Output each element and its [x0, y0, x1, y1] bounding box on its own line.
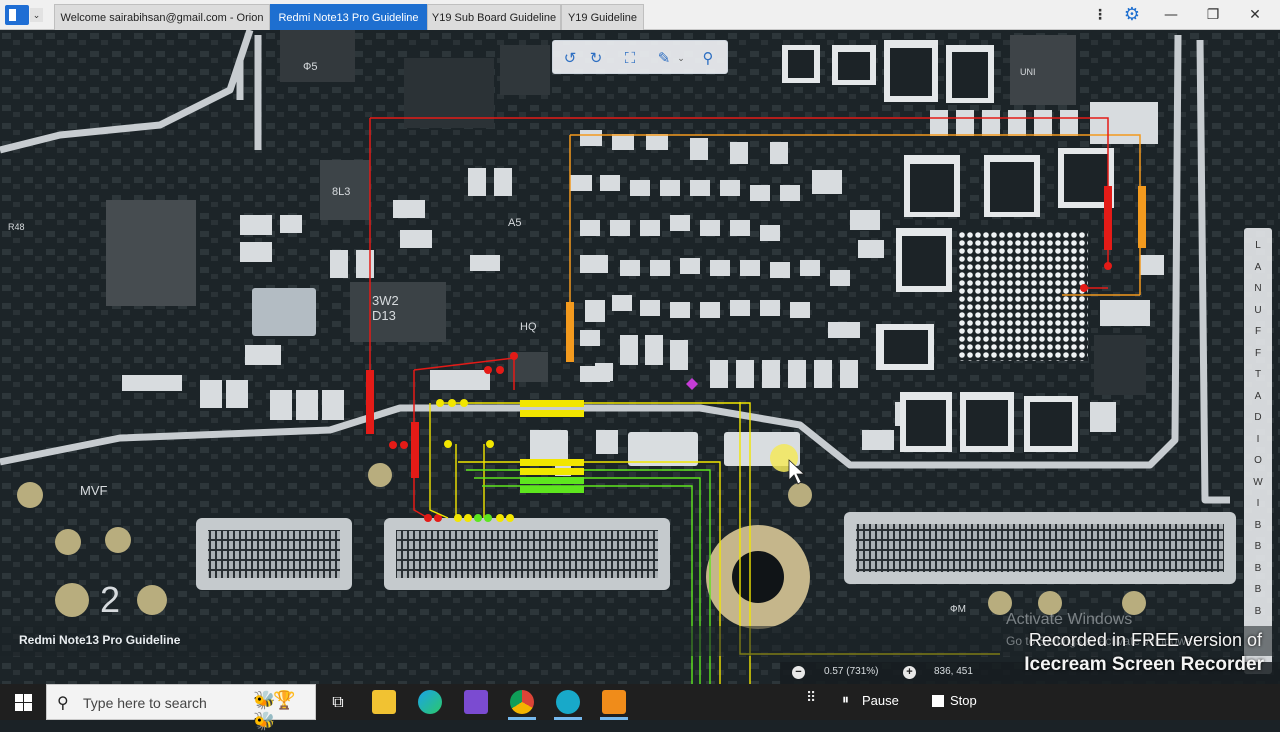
edge-browser-icon[interactable] — [418, 690, 442, 714]
title-bar: ⌄ Welcome sairabihsan@gmail.com - Orion … — [0, 0, 1280, 30]
tab-redmi-note13-pro-guideline[interactable]: Redmi Note13 Pro Guideline — [270, 4, 427, 30]
svg-text:3W2: 3W2 — [372, 293, 399, 308]
svg-text:Ф5: Ф5 — [303, 61, 317, 73]
stop-button[interactable]: Stop — [950, 693, 977, 708]
recorder-controls: ⠿ ⏸ Pause Stop — [796, 686, 1096, 716]
cursor-coordinates: 836, 451 — [934, 666, 973, 677]
minimize-button[interactable]: — — [1150, 0, 1192, 30]
net-list-item[interactable]: F — [1244, 322, 1272, 342]
recorder-watermark-line2: Icecream Screen Recorder — [1024, 654, 1264, 675]
windows-start-icon[interactable] — [0, 684, 46, 720]
net-list-item[interactable]: D — [1244, 408, 1272, 428]
pause-icon[interactable]: ⏸ — [842, 692, 849, 708]
icecream-recorder-icon[interactable] — [602, 690, 626, 714]
zoom-level: 0.57 (731%) — [824, 666, 879, 677]
tab-y19-guideline[interactable]: Y19 Guideline — [561, 4, 644, 30]
svg-text:MVF: MVF — [80, 483, 108, 498]
orion-logo-icon[interactable] — [5, 5, 29, 25]
net-list-item[interactable]: I — [1244, 430, 1272, 450]
net-list-item[interactable]: I — [1244, 494, 1272, 514]
net-list-item[interactable]: B — [1244, 580, 1272, 600]
svg-text:A5: A5 — [508, 217, 521, 229]
maximize-button[interactable]: ❐ — [1192, 0, 1234, 30]
net-list-item[interactable]: A — [1244, 258, 1272, 278]
board-viewer[interactable]: Ф5 A5 UNI 8L3 D13 3W2 HQ MVF 2 ФМ R48 ↺ … — [0, 30, 1280, 684]
net-list-item[interactable]: L — [1244, 236, 1272, 256]
net-list-panel: LANUFFTADIOWIBBBBB — [1244, 228, 1272, 674]
svg-text:UNI: UNI — [1020, 67, 1036, 77]
settings-gear-icon[interactable]: ⚙ — [1116, 0, 1148, 30]
fit-to-screen-icon[interactable]: ⛶ — [617, 45, 643, 71]
more-options-icon[interactable]: ⋮ — [1084, 0, 1116, 30]
search-highlight-bees-icon: 🐝🏆🐝 — [253, 690, 296, 732]
net-list-item[interactable]: B — [1244, 537, 1272, 557]
app-menu-chevron-icon[interactable]: ⌄ — [30, 8, 43, 22]
orion-app-icon[interactable] — [556, 690, 580, 714]
svg-text:ФМ: ФМ — [950, 604, 966, 615]
net-list-item[interactable]: B — [1244, 516, 1272, 536]
net-list-item[interactable]: W — [1244, 473, 1272, 493]
svg-text:8L3: 8L3 — [332, 186, 350, 198]
net-list-item[interactable]: U — [1244, 301, 1272, 321]
svg-text:R48: R48 — [8, 222, 25, 232]
stop-icon[interactable] — [932, 695, 944, 707]
net-list-item[interactable]: B — [1244, 602, 1272, 622]
pause-button[interactable]: Pause — [862, 693, 899, 708]
svg-text:2: 2 — [100, 579, 120, 620]
drag-handle-icon[interactable]: ⠿ — [806, 690, 816, 706]
chrome-browser-icon[interactable] — [510, 690, 534, 714]
activation-watermark-title: Activate Windows — [1006, 611, 1133, 628]
tab-y19-sub-board-guideline[interactable]: Y19 Sub Board Guideline — [427, 4, 561, 30]
search-placeholder: Type here to search — [83, 695, 207, 711]
visual-studio-icon[interactable] — [464, 690, 488, 714]
pcb-board-image[interactable]: Ф5 A5 UNI 8L3 D13 3W2 HQ MVF 2 ФМ R48 — [0, 30, 1280, 684]
net-list-item[interactable]: N — [1244, 279, 1272, 299]
rotate-right-icon[interactable]: ↻ — [583, 45, 609, 71]
net-list-item[interactable]: O — [1244, 451, 1272, 471]
rotate-left-icon[interactable]: ↺ — [557, 45, 583, 71]
tool-dropdown-chevron-icon[interactable]: ⌄ — [675, 45, 687, 71]
bga-ball-grid — [958, 231, 1088, 361]
net-list-item[interactable]: A — [1244, 387, 1272, 407]
measure-tool-icon[interactable]: ✎ — [651, 45, 677, 71]
search-icon[interactable]: ⚲ — [695, 45, 721, 71]
svg-text:D13: D13 — [372, 308, 396, 323]
file-explorer-icon[interactable] — [372, 690, 396, 714]
close-button[interactable]: ✕ — [1234, 0, 1276, 30]
viewer-toolbar: ↺ ↻ ⛶ ✎ ⌄ ⚲ — [552, 40, 728, 74]
zoom-in-button[interactable]: + — [903, 666, 916, 679]
net-list-item[interactable]: F — [1244, 344, 1272, 364]
search-icon: ⚲ — [57, 693, 69, 712]
chip-left-large — [106, 200, 196, 306]
tab-welcome[interactable]: Welcome sairabihsan@gmail.com - Orion — [54, 4, 270, 30]
taskbar-search-box[interactable]: ⚲ Type here to search 🐝🏆🐝 — [46, 684, 316, 732]
net-list-item[interactable]: T — [1244, 365, 1272, 385]
task-view-icon[interactable]: ⧉ — [326, 690, 350, 714]
recorder-watermark-line1: Recorded in FREE version of — [1028, 630, 1262, 650]
board-name-label: Redmi Note13 Pro Guideline — [19, 633, 181, 647]
svg-text:HQ: HQ — [520, 321, 537, 333]
recorder-watermark: Recorded in FREE version of Icecream Scr… — [970, 628, 1270, 684]
net-list-item[interactable]: B — [1244, 559, 1272, 579]
zoom-out-button[interactable]: − — [792, 666, 805, 679]
